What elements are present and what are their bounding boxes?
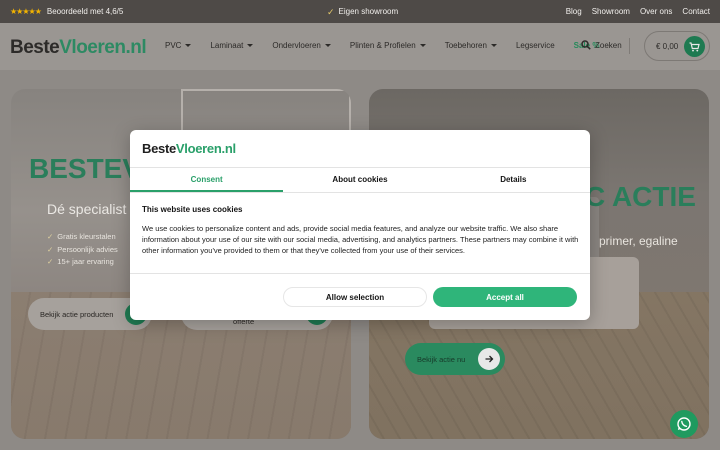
nav-item-pvc[interactable]: PVC	[165, 41, 192, 50]
tab-consent[interactable]: Consent	[130, 168, 284, 192]
nav-item-ondervloeren[interactable]: Ondervloeren	[272, 41, 331, 50]
logo-text-dark: Beste	[142, 141, 176, 156]
dialog-tabs: Consent About cookies Details	[130, 168, 590, 192]
top-link-showroom[interactable]: Showroom	[592, 7, 630, 16]
star-rating-icon: ★★★★★	[10, 7, 42, 16]
whatsapp-icon	[677, 417, 691, 431]
dialog-text: We use cookies to personalize content an…	[142, 224, 579, 255]
allow-selection-button[interactable]: Allow selection	[283, 287, 427, 307]
dialog-footer-divider	[130, 273, 590, 274]
nav-label: Legservice	[515, 41, 555, 50]
nav-label: Ondervloeren	[272, 41, 321, 50]
rating: ★★★★★ Beoordeeld met 4,6/5	[10, 7, 123, 16]
hero-subtitle: Dé specialist i	[47, 201, 134, 217]
nav-label: Laminaat	[210, 41, 244, 50]
cart-icon	[684, 36, 705, 57]
logo-text-accent: Vloeren.nl	[175, 141, 236, 156]
site-logo[interactable]: BesteVloeren.nl	[10, 37, 147, 59]
usp-item: ✓ Gratis kleurstalen	[47, 231, 118, 244]
usp-item: ✓ Persoonlijk advies	[47, 244, 118, 257]
top-link-contact[interactable]: Contact	[682, 7, 710, 16]
showroom-text: Eigen showroom	[338, 7, 399, 16]
chevron-down-icon	[324, 44, 331, 47]
nav-label: Toebehoren	[444, 41, 487, 50]
usp-text: 15+ jaar ervaring	[57, 257, 114, 266]
site-header: BesteVloeren.nl PVC Laminaat Ondervloere…	[0, 23, 720, 70]
logo-text-accent: Vloeren.nl	[59, 37, 147, 58]
top-links: Blog Showroom Over ons Contact	[566, 7, 710, 16]
nav-label: PVC	[165, 41, 182, 50]
chevron-down-icon	[419, 44, 426, 47]
main-nav: PVC Laminaat Ondervloeren Plinten & Prof…	[165, 41, 599, 50]
top-bar: ★★★★★ Beoordeeld met 4,6/5 ✓ Eigen showr…	[0, 0, 720, 23]
top-link-over-ons[interactable]: Over ons	[640, 7, 672, 16]
tab-about-cookies[interactable]: About cookies	[283, 168, 436, 192]
button-label: Bekijk actie nu	[417, 354, 466, 364]
hero-title: BESTEV	[29, 153, 142, 184]
top-link-blog[interactable]: Blog	[566, 7, 582, 16]
search-button[interactable]: Zoeken	[581, 40, 622, 50]
check-icon: ✓	[47, 244, 54, 254]
header-divider	[629, 38, 630, 54]
usp-text: Persoonlijk advies	[57, 244, 118, 254]
usp-list: ✓ Gratis kleurstalen ✓ Persoonlijk advies …	[47, 231, 118, 269]
nav-item-toebehoren[interactable]: Toebehoren	[445, 41, 497, 50]
showroom-info: ✓ Eigen showroom	[327, 7, 398, 16]
whatsapp-button[interactable]	[670, 410, 698, 438]
chevron-down-icon	[185, 44, 192, 47]
tabs-divider	[130, 192, 590, 193]
accept-all-button[interactable]: Accept all	[433, 287, 577, 307]
button-label: Bekijk actie producten	[40, 309, 114, 319]
check-icon: ✓	[47, 232, 54, 241]
nav-item-plinten-profielen[interactable]: Plinten & Profielen	[350, 41, 426, 50]
cart-total: € 0,00	[656, 41, 679, 51]
search-icon	[581, 40, 591, 50]
usp-item: ✓ 15+ jaar ervaring	[47, 256, 118, 269]
dialog-heading: This website uses cookies	[142, 205, 243, 214]
dialog-logo: BesteVloeren.nl	[142, 141, 236, 156]
search-label: Zoeken	[595, 40, 622, 50]
view-action-button[interactable]: Bekijk actie nu	[405, 343, 505, 375]
promo-title: C ACTIE	[585, 181, 696, 212]
rating-text: Beoordeeld met 4,6/5	[46, 7, 124, 16]
check-icon: ✓	[47, 257, 54, 266]
promo-subtitle: primer, egaline	[599, 234, 678, 248]
cart-button[interactable]: € 0,00	[644, 31, 710, 61]
usp-text: Gratis kleurstalen	[57, 232, 116, 241]
nav-label: Plinten & Profielen	[349, 41, 416, 50]
cookie-consent-dialog: BesteVloeren.nl Consent About cookies De…	[130, 130, 590, 320]
chevron-down-icon	[247, 44, 254, 47]
logo-text-dark: Beste	[10, 37, 60, 58]
chevron-down-icon	[490, 44, 497, 47]
check-icon: ✓	[327, 6, 335, 17]
nav-item-legservice[interactable]: Legservice	[516, 41, 555, 50]
tab-details[interactable]: Details	[437, 168, 590, 192]
nav-item-laminaat[interactable]: Laminaat	[210, 41, 254, 50]
arrow-right-icon	[478, 348, 500, 370]
